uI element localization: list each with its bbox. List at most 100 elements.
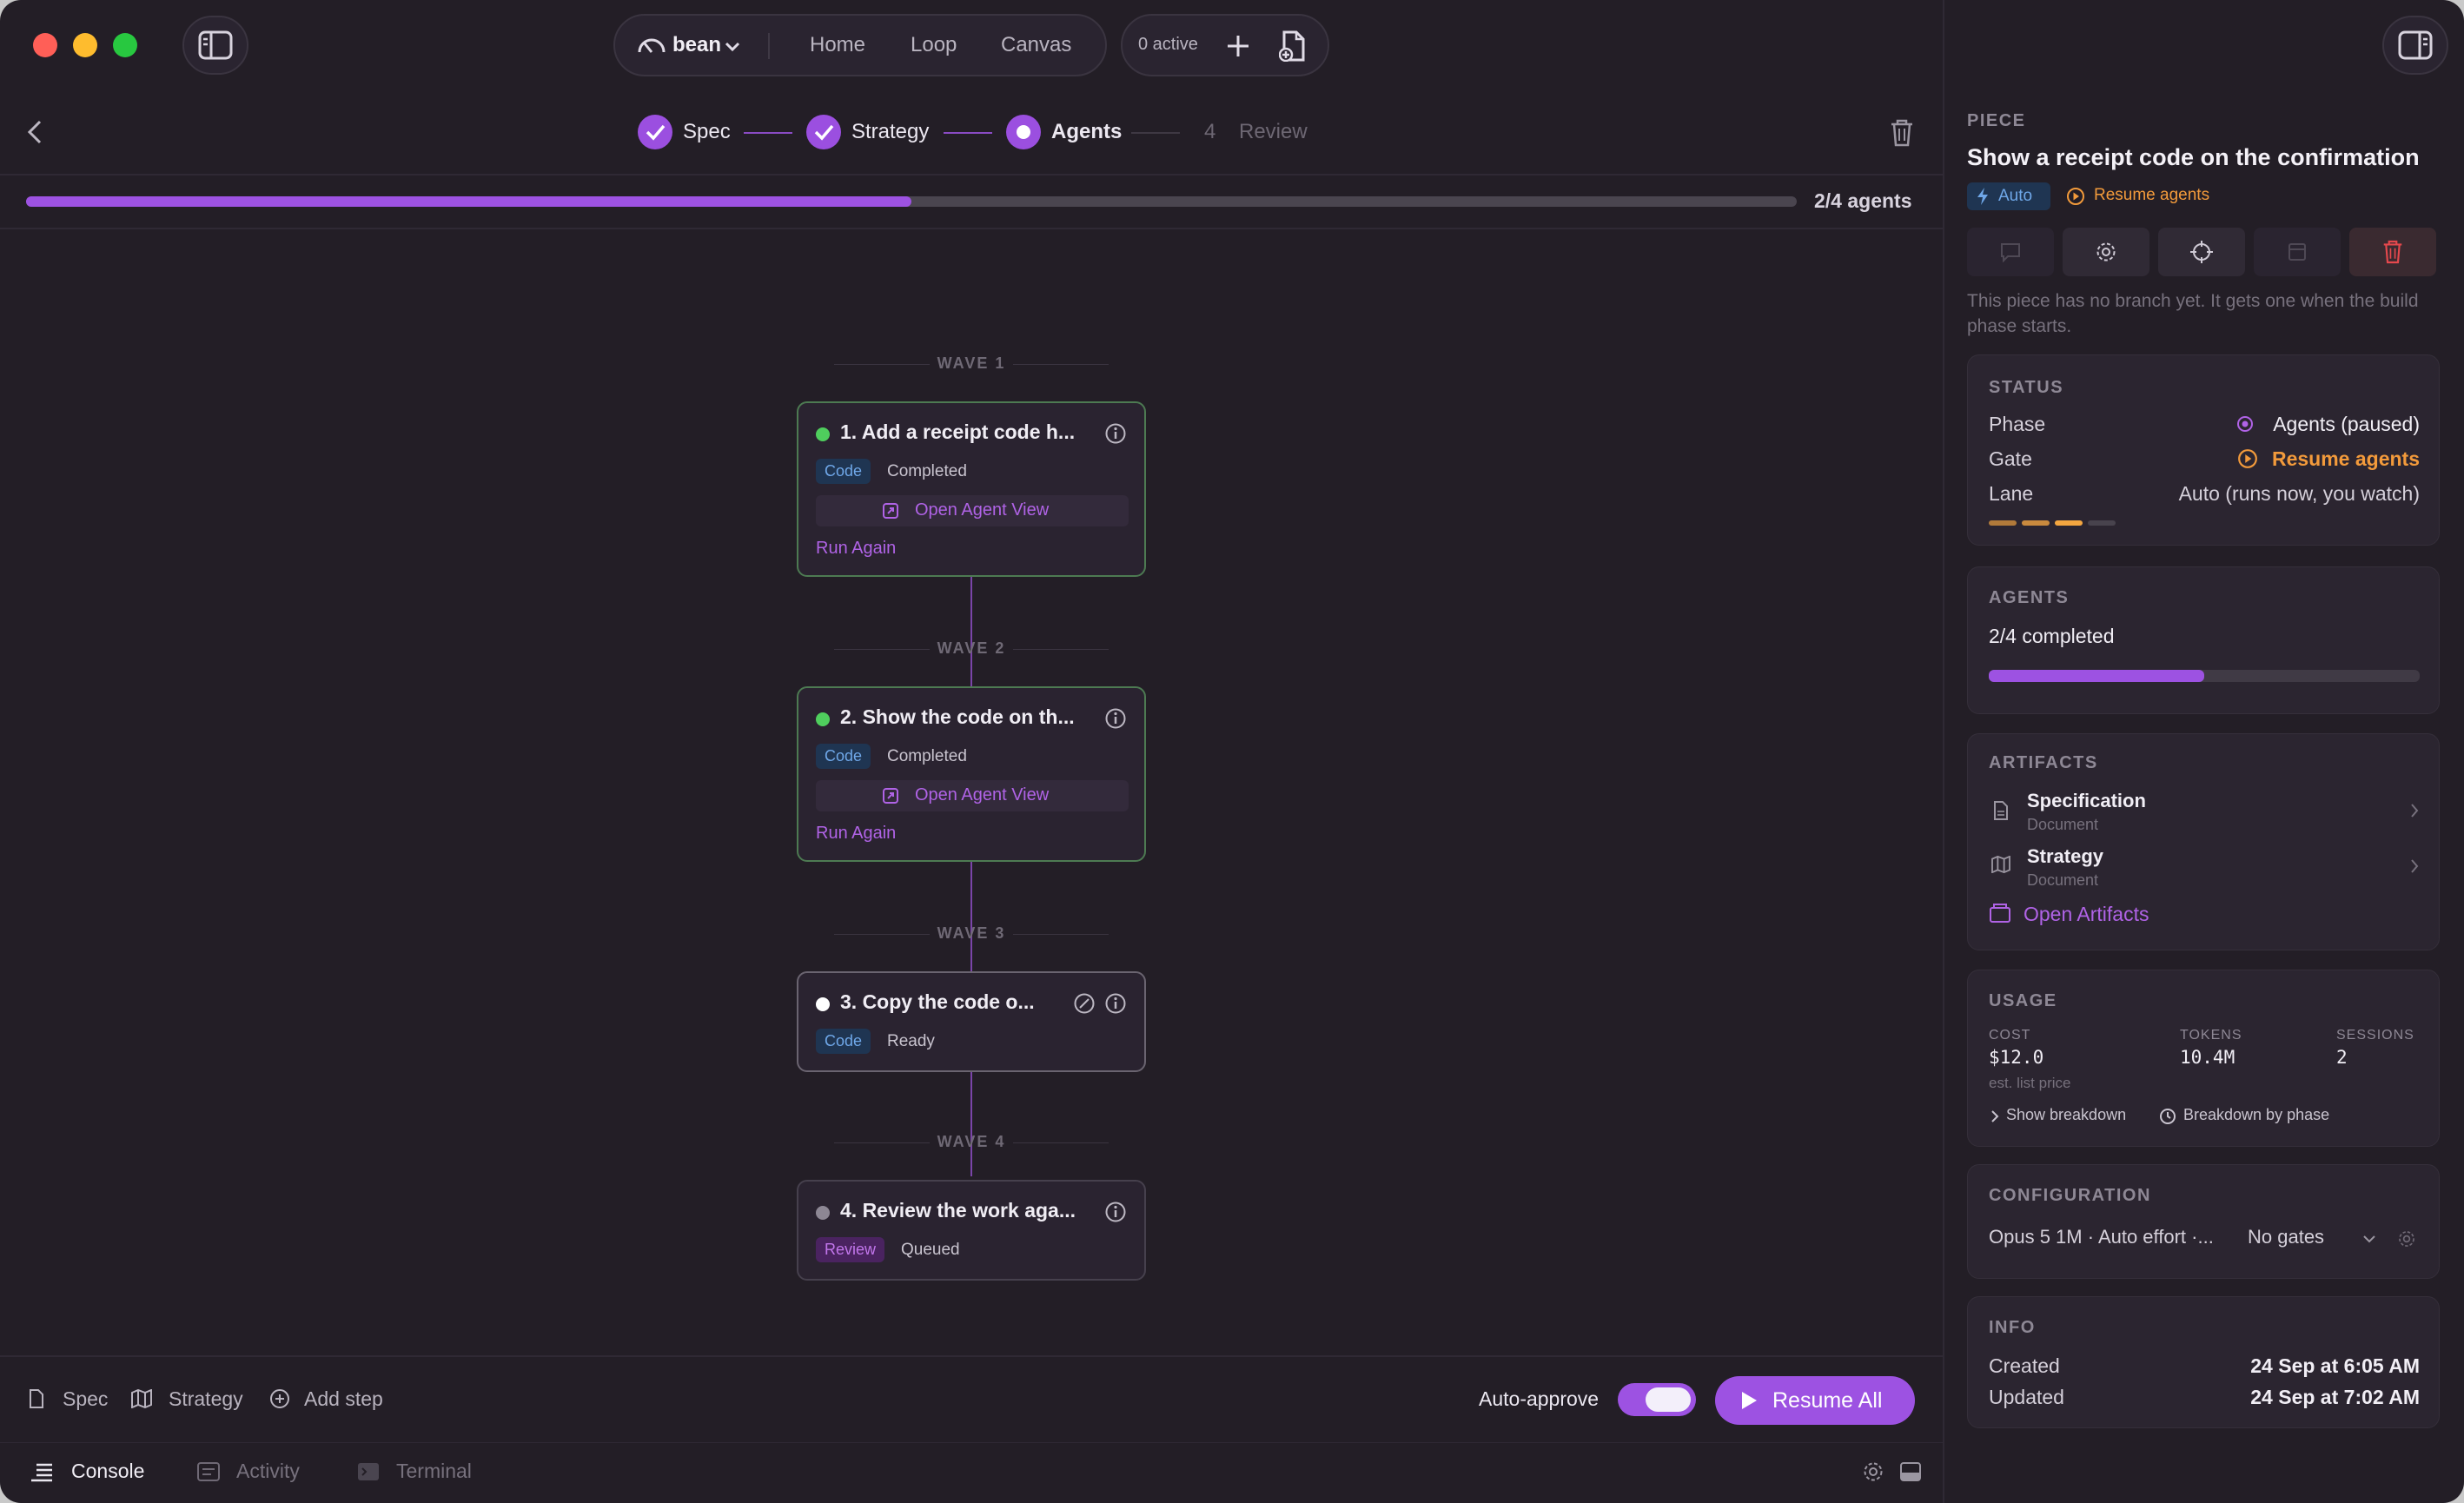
skip-icon[interactable] <box>1073 992 1096 1015</box>
comment-button[interactable] <box>1967 228 2054 276</box>
sessions-value: 2 <box>2336 1047 2348 1068</box>
nav-bar: bean Home Loop Canvas <box>613 14 1107 76</box>
back-arrow-icon[interactable] <box>26 119 43 145</box>
config-summary[interactable]: Opus 5 1M · Auto effort ·... <box>1989 1226 2214 1248</box>
agent-status: Ready <box>887 1032 935 1050</box>
show-breakdown-link[interactable]: Show breakdown <box>2006 1106 2126 1124</box>
bolt-icon <box>1977 188 1988 205</box>
footer-spec-link[interactable]: Spec <box>63 1387 108 1411</box>
gear-icon[interactable] <box>2397 1229 2416 1248</box>
run-again-link[interactable]: Run Again <box>816 824 896 844</box>
archive-button[interactable] <box>2254 228 2341 276</box>
artifact-row[interactable]: Strategy Document <box>1968 840 2441 892</box>
auto-approve-label: Auto-approve <box>1479 1387 1600 1410</box>
nav-loop[interactable]: Loop <box>911 33 957 57</box>
step-spec-label[interactable]: Spec <box>683 120 731 144</box>
gear-icon <box>2096 242 2116 262</box>
agent-card-title: 1. Add a receipt code h... <box>840 420 1076 443</box>
tab-terminal[interactable]: Terminal <box>396 1460 472 1483</box>
section-title: STATUS <box>1989 378 2064 397</box>
sidebar-toggle-button[interactable] <box>182 16 248 75</box>
external-link-icon <box>883 788 898 804</box>
divider <box>0 1355 1943 1357</box>
project-switcher[interactable]: bean <box>672 33 721 57</box>
status-section: STATUS Phase Agents (paused) Gate Resume… <box>1967 354 2440 546</box>
right-panel-toggle-button[interactable] <box>2382 16 2448 75</box>
resume-agents-link[interactable]: Resume agents <box>2094 186 2209 205</box>
add-step-button[interactable]: Add step <box>304 1387 383 1411</box>
agent-card[interactable]: 1. Add a receipt code h... Code Complete… <box>797 401 1146 577</box>
step-review-label[interactable]: Review <box>1239 120 1308 144</box>
open-artifacts-link[interactable]: Open Artifacts <box>2024 903 2149 926</box>
target-button[interactable] <box>2158 228 2245 276</box>
plus-circle-icon <box>270 1389 289 1408</box>
step-agents-label[interactable]: Agents <box>1051 120 1122 144</box>
divider <box>0 228 1943 229</box>
agent-card[interactable]: 4. Review the work aga... Review Queued <box>797 1180 1146 1281</box>
nav-divider <box>768 33 770 59</box>
status-dot <box>816 712 830 726</box>
step-connector <box>944 132 992 134</box>
artifact-row[interactable]: Specification Document <box>1968 785 2441 837</box>
created-label: Created <box>1989 1354 2060 1377</box>
agents-progress-track <box>26 196 1797 207</box>
lane-segment <box>2088 520 2116 526</box>
gate-value[interactable]: Resume agents <box>2272 447 2420 471</box>
resume-all-button[interactable]: Resume All <box>1715 1376 1915 1425</box>
configuration-section: CONFIGURATION Opus 5 1M · Auto effort ·.… <box>1967 1164 2440 1279</box>
agent-card[interactable]: 2. Show the code on th... Code Completed… <box>797 686 1146 862</box>
maximize-window-button[interactable] <box>113 33 137 57</box>
panel-bottom-icon[interactable] <box>1899 1461 1922 1482</box>
tab-console[interactable]: Console <box>71 1460 144 1483</box>
section-title: CONFIGURATION <box>1989 1186 2151 1205</box>
run-again-link[interactable]: Run Again <box>816 539 896 559</box>
artifact-type: Document <box>2027 816 2099 833</box>
divider <box>0 1442 1943 1443</box>
created-value: 24 Sep at 6:05 AM <box>2250 1354 2420 1377</box>
step-strategy-label[interactable]: Strategy <box>851 120 929 144</box>
nav-home[interactable]: Home <box>810 33 865 57</box>
info-icon[interactable] <box>1104 707 1127 730</box>
tag-badge: Code <box>816 1029 871 1054</box>
gate-label: Gate <box>1989 447 2032 470</box>
panel-right-icon <box>2398 30 2433 60</box>
sessions-label: SESSIONS <box>2336 1028 2414 1043</box>
config-gates: No gates <box>2248 1226 2325 1248</box>
agent-status: Completed <box>887 462 967 480</box>
external-link-icon <box>883 503 898 519</box>
nav-canvas[interactable]: Canvas <box>1001 33 1071 57</box>
branch-note: This piece has no branch yet. It gets on… <box>1967 291 2419 336</box>
footer-strategy-link[interactable]: Strategy <box>169 1387 243 1411</box>
wave-label: WAVE 4 <box>937 1133 1006 1150</box>
chevron-down-icon <box>725 42 740 52</box>
step-spec-check[interactable] <box>638 115 672 149</box>
step-agents-current[interactable] <box>1006 115 1041 149</box>
chevron-down-icon[interactable] <box>2362 1235 2376 1243</box>
agents-summary: 2/4 completed <box>1989 625 2115 647</box>
agent-card-title: 2. Show the code on th... <box>840 705 1075 728</box>
wave-label: WAVE 1 <box>937 354 1006 372</box>
info-icon[interactable] <box>1104 422 1127 445</box>
settings-icon[interactable] <box>1862 1460 1884 1483</box>
info-icon[interactable] <box>1104 992 1127 1015</box>
auto-badge-label: Auto <box>1998 187 2033 205</box>
step-strategy-check[interactable] <box>806 115 841 149</box>
tab-activity[interactable]: Activity <box>236 1460 300 1483</box>
info-icon[interactable] <box>1104 1201 1127 1223</box>
settings-button[interactable] <box>2063 228 2149 276</box>
chevron-right-icon <box>2411 859 2419 873</box>
auto-approve-toggle[interactable] <box>1618 1383 1696 1416</box>
agent-card[interactable]: 3. Copy the code o... Code Ready <box>797 971 1146 1072</box>
open-agent-view-button[interactable]: Open Agent View <box>816 495 1129 526</box>
agents-progress-fill <box>26 196 911 207</box>
breakdown-by-phase-link[interactable]: Breakdown by phase <box>2183 1106 2329 1124</box>
delete-button[interactable] <box>2349 228 2436 276</box>
plus-icon[interactable] <box>1225 33 1251 59</box>
panel-kicker: PIECE <box>1967 111 2026 130</box>
new-document-icon[interactable] <box>1279 30 1307 62</box>
trash-icon[interactable] <box>1890 119 1914 147</box>
panel-divider <box>1943 0 1944 1503</box>
open-agent-view-button[interactable]: Open Agent View <box>816 780 1129 811</box>
close-window-button[interactable] <box>33 33 57 57</box>
minimize-window-button[interactable] <box>73 33 97 57</box>
